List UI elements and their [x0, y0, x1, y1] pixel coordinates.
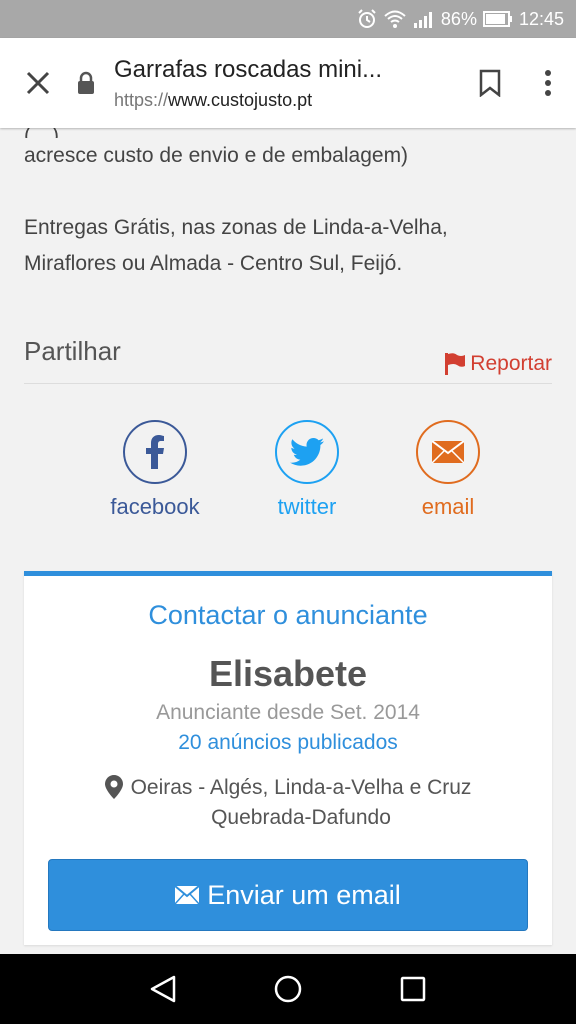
- page-content[interactable]: (…) … acresce custo de envio e de embala…: [0, 128, 576, 954]
- alarm-icon: [357, 9, 377, 29]
- twitter-icon: [275, 420, 339, 484]
- recents-button[interactable]: [383, 959, 443, 1019]
- contact-card: Contactar o anunciante Elisabete Anuncia…: [24, 571, 552, 945]
- seller-since: Anunciante desde Set. 2014: [156, 701, 420, 724]
- ad-description: (…) … acresce custo de envio e de embala…: [0, 128, 576, 282]
- description-line: Miraflores ou Almada - Centro Sul, Feijó…: [24, 252, 403, 275]
- battery-percent: 86%: [440, 8, 477, 29]
- status-time: 12:45: [518, 8, 564, 29]
- battery-icon: [482, 11, 513, 27]
- description-line: acresce custo de envio e de embalagem): [24, 144, 409, 167]
- send-email-label: Enviar um email: [207, 879, 401, 910]
- close-icon: [26, 71, 50, 95]
- share-email-button[interactable]: email: [378, 420, 518, 520]
- seller-location: Oeiras - Algés, Linda-a-Velha e Cruz Que…: [24, 773, 552, 833]
- location-pin-icon: [104, 775, 123, 799]
- status-bar: 86% 12:45: [0, 0, 576, 38]
- home-circle-icon: [274, 975, 302, 1003]
- share-facebook-button[interactable]: facebook: [85, 420, 225, 520]
- bookmark-icon: [479, 69, 501, 97]
- location-line: Quebrada-Dafundo: [211, 806, 391, 829]
- bookmark-button[interactable]: [460, 38, 520, 128]
- home-button[interactable]: [258, 959, 318, 1019]
- report-label: Reportar: [470, 352, 552, 375]
- facebook-label: facebook: [110, 494, 200, 519]
- page-url: https://www.custojusto.pt: [114, 90, 460, 111]
- facebook-icon: [123, 420, 187, 484]
- share-header: Partilhar Reportar: [24, 336, 552, 384]
- description-line: Entregas Grátis, nas zonas de Linda-a-Ve…: [24, 216, 448, 239]
- description-partial-line: (…) …: [24, 128, 552, 138]
- browser-toolbar: Garrafas roscadas mini... https://www.cu…: [0, 38, 576, 128]
- envelope-icon: [175, 886, 200, 904]
- overflow-menu-button[interactable]: [520, 38, 576, 128]
- twitter-label: twitter: [277, 494, 337, 519]
- signal-icon: [413, 10, 435, 28]
- share-title: Partilhar: [24, 336, 121, 366]
- url-scheme: https://: [114, 89, 169, 110]
- page-title: Garrafas roscadas mini...: [114, 55, 383, 83]
- back-button[interactable]: [133, 959, 193, 1019]
- email-label: email: [421, 494, 475, 519]
- page-title-block[interactable]: Garrafas roscadas mini... https://www.cu…: [104, 56, 460, 111]
- back-triangle-icon: [150, 975, 175, 1003]
- lock-icon[interactable]: [76, 71, 104, 95]
- url-domain: www.custojusto.pt: [168, 89, 313, 110]
- send-email-button[interactable]: Enviar um email: [48, 859, 528, 931]
- share-twitter-button[interactable]: twitter: [237, 420, 377, 520]
- recents-square-icon: [401, 976, 426, 1002]
- seller-name: Elisabete: [208, 653, 368, 694]
- more-vert-icon: [545, 70, 551, 96]
- flag-icon: [445, 353, 466, 375]
- envelope-icon: [416, 420, 480, 484]
- report-link[interactable]: Reportar: [444, 352, 552, 376]
- seller-ads-link[interactable]: 20 anúncios publicados: [24, 731, 552, 755]
- wifi-icon: [383, 9, 407, 29]
- close-tab-button[interactable]: [0, 38, 76, 128]
- navigation-bar: [0, 954, 576, 1024]
- contact-title: Contactar o anunciante: [148, 600, 428, 630]
- location-line: Oeiras - Algés, Linda-a-Velha e Cruz: [130, 776, 472, 799]
